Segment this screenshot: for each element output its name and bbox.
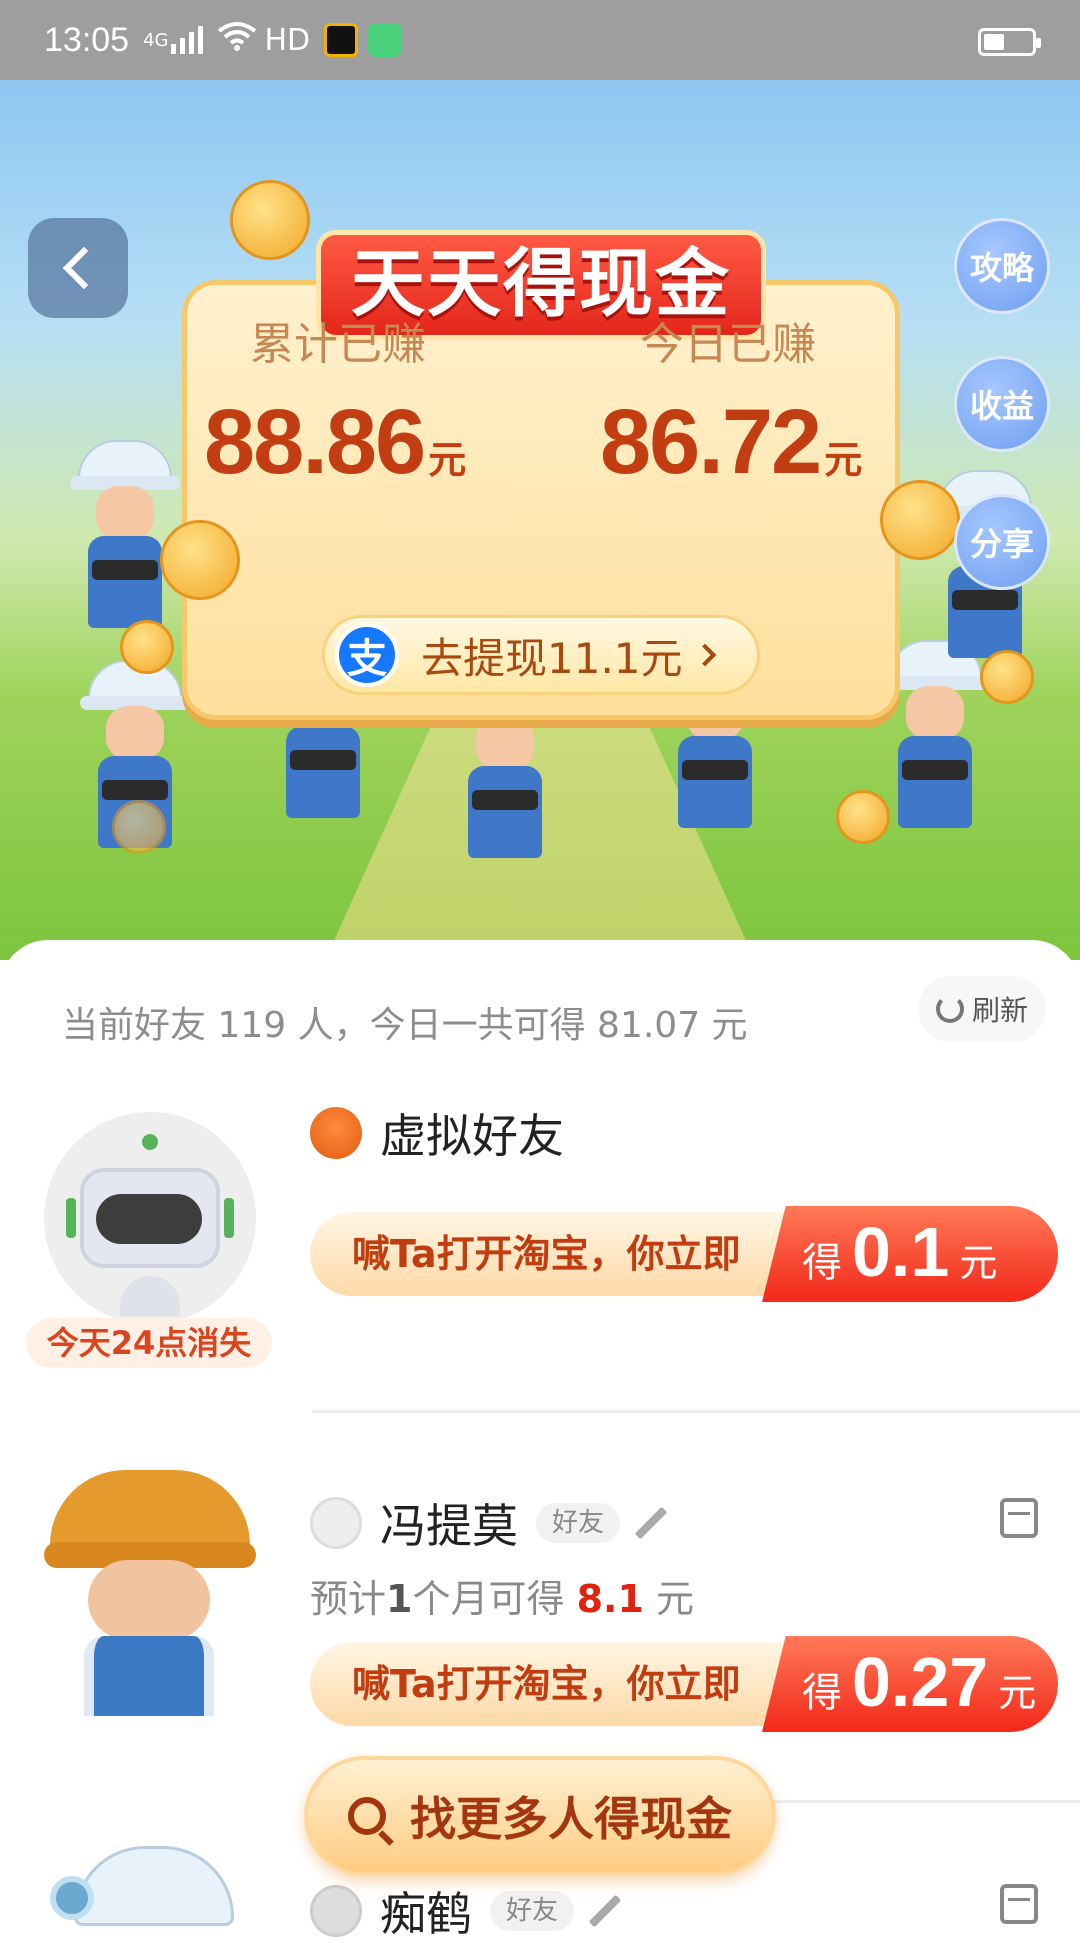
coin-icon xyxy=(112,800,166,854)
alipay-icon: 支 xyxy=(335,623,399,687)
find-more-label: 找更多人得现金 xyxy=(410,1792,732,1846)
refresh-icon xyxy=(935,995,964,1023)
cumulative-label: 累计已赚 xyxy=(250,319,426,370)
today-value: 86.72 xyxy=(600,391,822,493)
monthly-estimate: 预计1个月可得 8.1 元 xyxy=(310,1568,694,1623)
strategy-button[interactable]: 攻略 xyxy=(954,218,1050,314)
friend-name-row: 痴鹤 好友 xyxy=(310,1878,624,1944)
share-button[interactable]: 分享 xyxy=(954,494,1050,590)
chevron-right-icon xyxy=(693,643,716,667)
cumulative-value: 88.86 xyxy=(204,391,426,493)
refresh-button[interactable]: 刷新 xyxy=(918,976,1046,1042)
estimate-months: 1 xyxy=(386,1577,413,1621)
today-label: 今日已赚 xyxy=(640,319,816,370)
notification-app-icon-2 xyxy=(368,23,403,57)
reward-amount: 得 0.1 元 xyxy=(762,1206,1058,1302)
nudge-text: 喊Ta打开淘宝，你立即 xyxy=(310,1642,830,1726)
friend-tag: 好友 xyxy=(490,1891,575,1931)
chevron-left-icon xyxy=(62,246,106,290)
friend-name: 痴鹤 xyxy=(380,1887,472,1941)
reward-prefix: 得 xyxy=(802,1240,842,1286)
friend-tag: 好友 xyxy=(536,1503,621,1543)
robot-avatar[interactable] xyxy=(44,1112,256,1324)
friend-small-avatar xyxy=(310,1497,362,1549)
reward-unit: 元 xyxy=(998,1671,1037,1715)
battery-icon xyxy=(978,28,1041,56)
back-button[interactable] xyxy=(28,218,128,318)
coin-icon xyxy=(160,520,240,600)
friends-summary: 当前好友 119 人，今日一共可得 81.07 元 xyxy=(62,1005,748,1046)
estimate-prefix: 预计 xyxy=(310,1577,387,1621)
coin-icon xyxy=(120,620,174,674)
friend-name: 冯提莫 xyxy=(380,1499,518,1553)
estimate-mid: 个月可得 xyxy=(412,1577,565,1621)
estimate-unit: 元 xyxy=(656,1577,695,1621)
reward-unit: 元 xyxy=(959,1241,998,1285)
today-unit: 元 xyxy=(824,440,863,482)
status-time: 13:05 xyxy=(44,20,130,59)
coin-icon xyxy=(836,790,890,844)
edit-icon[interactable] xyxy=(634,1506,668,1540)
withdraw-label: 去提现11.1元 xyxy=(421,633,683,683)
nudge-friend-button[interactable]: 喊Ta打开淘宝，你立即 得 0.27 元 xyxy=(310,1636,1058,1732)
cumulative-amount: 88.86 元 xyxy=(204,390,466,495)
friend-avatar[interactable] xyxy=(44,1460,256,1716)
friend-avatar[interactable] xyxy=(44,1836,256,1956)
wifi-icon xyxy=(217,20,257,60)
nudge-text: 喊Ta打开淘宝，你立即 xyxy=(310,1212,830,1296)
withdraw-button[interactable]: 支 去提现11.1元 xyxy=(322,615,760,695)
nudge-friend-button[interactable]: 喊Ta打开淘宝，你立即 得 0.1 元 xyxy=(310,1206,1058,1302)
network-label: 4G xyxy=(143,29,169,51)
coin-icon xyxy=(980,650,1034,704)
notification-app-icon xyxy=(324,23,359,57)
expiry-badge: 今天24点消失 xyxy=(26,1318,272,1368)
refresh-label: 刷新 xyxy=(971,994,1028,1027)
hd-label: HD xyxy=(264,22,311,58)
calendar-icon[interactable] xyxy=(1000,1498,1038,1538)
search-icon xyxy=(348,1797,386,1835)
friend-name-row: 虚拟好友 xyxy=(310,1100,564,1166)
signal-icon xyxy=(170,26,203,54)
friend-name: 虚拟好友 xyxy=(380,1109,564,1163)
reward-value: 0.1 xyxy=(852,1213,950,1291)
earnings-button[interactable]: 收益 xyxy=(954,356,1050,452)
coin-icon xyxy=(880,480,960,560)
friend-name-row: 冯提莫 好友 xyxy=(310,1490,670,1556)
today-amount: 86.72 元 xyxy=(600,390,862,495)
coin-icon xyxy=(230,180,310,260)
edit-icon[interactable] xyxy=(588,1894,622,1928)
hero-banner: 天天得现金 累计已赚 今日已赚 88.86 元 86.72 元 支 去提现11.1元… xyxy=(0,80,1080,960)
divider xyxy=(312,1410,1080,1413)
reward-prefix: 得 xyxy=(802,1670,842,1716)
find-more-button[interactable]: 找更多人得现金 xyxy=(304,1756,776,1876)
friend-small-avatar xyxy=(310,1885,362,1937)
reward-amount: 得 0.27 元 xyxy=(762,1636,1058,1732)
status-bar: 13:05 4G HD xyxy=(0,0,1080,80)
estimate-value: 8.1 xyxy=(576,1577,644,1621)
taobao-mascot-icon xyxy=(310,1107,362,1159)
cumulative-unit: 元 xyxy=(428,440,467,482)
calendar-icon[interactable] xyxy=(1000,1884,1038,1924)
reward-value: 0.27 xyxy=(852,1643,989,1721)
